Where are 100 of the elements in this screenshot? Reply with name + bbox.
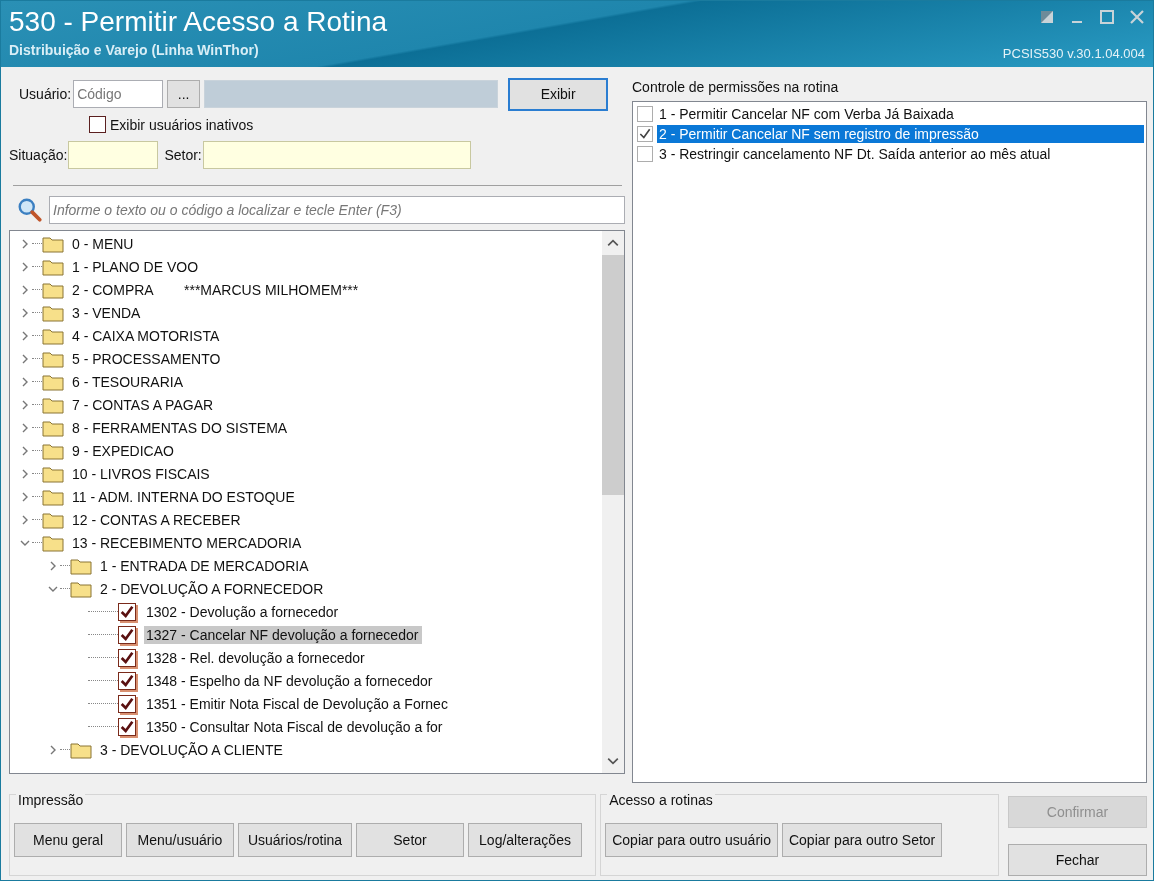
folder-icon bbox=[42, 464, 64, 483]
search-field[interactable]: Informe o texto ou o código a localizar e tecle Enter (F3) bbox=[49, 196, 625, 224]
checkbox[interactable] bbox=[118, 648, 136, 667]
checkbox[interactable] bbox=[118, 671, 136, 690]
print-button[interactable]: Usuários/rotina bbox=[238, 823, 352, 857]
checkbox[interactable] bbox=[118, 625, 136, 644]
folder-icon bbox=[42, 533, 64, 552]
tree-item[interactable]: 11 - ADM. INTERNA DO ESTOQUE bbox=[70, 487, 299, 506]
checkbox-label: Exibir usuários inativos bbox=[110, 116, 254, 133]
folder-icon bbox=[70, 556, 92, 575]
search-icon bbox=[17, 197, 43, 223]
expand-icon[interactable] bbox=[20, 399, 30, 410]
restore-icon[interactable] bbox=[1039, 9, 1055, 25]
expand-icon[interactable] bbox=[20, 284, 30, 295]
expand-icon[interactable] bbox=[20, 238, 30, 249]
permission-item[interactable]: 1 - Permitir Cancelar NF com Verba Já Baixada bbox=[657, 105, 1144, 123]
tree-item[interactable]: 2 - COMPRA ***MARCUS MILHOMEM*** bbox=[70, 280, 363, 299]
folder-icon bbox=[42, 303, 64, 322]
print-button[interactable]: Setor bbox=[356, 823, 464, 857]
folder-icon bbox=[42, 418, 64, 437]
user-label: Usuário: bbox=[19, 86, 72, 102]
folder-icon bbox=[42, 510, 64, 529]
folder-icon bbox=[42, 326, 64, 345]
scroll-down-icon[interactable] bbox=[607, 755, 619, 767]
expand-icon[interactable] bbox=[20, 514, 30, 525]
group-title: Impressão bbox=[16, 792, 86, 808]
copy-button[interactable]: Copiar para outro Setor bbox=[781, 823, 943, 857]
filter-label: Situação: bbox=[9, 147, 68, 163]
expand-icon[interactable] bbox=[20, 307, 30, 318]
expand-icon[interactable] bbox=[20, 353, 30, 364]
lookup-button[interactable]: ... bbox=[167, 80, 201, 108]
folder-icon bbox=[42, 234, 64, 253]
tree-item[interactable]: 5 - PROCESSAMENTO bbox=[70, 349, 225, 368]
folder-icon bbox=[42, 257, 64, 276]
checkbox[interactable] bbox=[637, 126, 653, 142]
tree-item[interactable]: 6 - TESOURARIA bbox=[70, 372, 187, 391]
tree-item[interactable]: 12 - CONTAS A RECEBER bbox=[70, 510, 245, 529]
tree-item[interactable]: 1327 - Cancelar NF devolução a fornecedor bbox=[144, 625, 423, 644]
folder-icon bbox=[42, 395, 64, 414]
checkbox[interactable] bbox=[637, 106, 653, 122]
tree-item[interactable]: 1302 - Devolução a fornecedor bbox=[144, 602, 343, 621]
checkbox[interactable] bbox=[118, 694, 136, 713]
folder-icon bbox=[70, 740, 92, 759]
tree-item[interactable]: 10 - LIVROS FISCAIS bbox=[70, 464, 214, 483]
folder-icon bbox=[42, 487, 64, 506]
tree-item[interactable]: 1 - ENTRADA DE MERCADORIA bbox=[98, 556, 313, 575]
expand-icon[interactable] bbox=[20, 330, 30, 341]
filter-field[interactable] bbox=[68, 141, 159, 169]
copy-button[interactable]: Copiar para outro usuário bbox=[605, 823, 778, 857]
filter-label: Setor: bbox=[164, 147, 202, 163]
tree-item[interactable]: 3 - DEVOLUÇÃO A CLIENTE bbox=[98, 740, 287, 759]
checkbox[interactable] bbox=[118, 602, 136, 621]
print-button[interactable]: Log/alterações bbox=[468, 823, 582, 857]
expand-icon[interactable] bbox=[20, 468, 30, 479]
show-button[interactable]: Exibir bbox=[508, 77, 609, 111]
folder-icon bbox=[42, 349, 64, 368]
folder-icon bbox=[42, 280, 64, 299]
tree-item[interactable]: 9 - EXPEDICAO bbox=[70, 441, 178, 460]
tree-item[interactable]: 1 - PLANO DE VOO bbox=[70, 257, 203, 276]
print-button[interactable]: Menu geral bbox=[14, 823, 122, 857]
tree-item[interactable]: 2 - DEVOLUÇÃO A FORNECEDOR bbox=[98, 579, 328, 598]
maximize-icon[interactable] bbox=[1099, 9, 1115, 25]
scrollbar-thumb[interactable] bbox=[602, 255, 624, 495]
checkbox[interactable] bbox=[637, 146, 653, 162]
permission-item[interactable]: 2 - Permitir Cancelar NF sem registro de impressão bbox=[657, 125, 1144, 143]
tree-item[interactable]: 7 - CONTAS A PAGAR bbox=[70, 395, 218, 414]
user-name-field[interactable] bbox=[204, 80, 499, 108]
version-label: PCSIS530 v.30.1.04.004 bbox=[1002, 46, 1145, 61]
scroll-up-icon[interactable] bbox=[607, 237, 619, 249]
checkbox[interactable] bbox=[89, 116, 106, 133]
window-title: 530 - Permitir Acesso a Rotina bbox=[9, 5, 388, 39]
tree-item[interactable]: 1350 - Consultar Nota Fiscal de devolução a for bbox=[144, 717, 447, 736]
group-title: Acesso a rotinas bbox=[607, 792, 715, 808]
expand-icon[interactable] bbox=[48, 744, 58, 755]
tree-item[interactable]: 8 - FERRAMENTAS DO SISTEMA bbox=[70, 418, 292, 437]
filter-field[interactable] bbox=[202, 141, 471, 169]
tree-item[interactable]: 13 - RECEBIMENTO MERCADORIA bbox=[70, 533, 306, 552]
code-field[interactable]: Código bbox=[73, 80, 164, 108]
action-button[interactable]: Fechar bbox=[1008, 844, 1147, 876]
expand-icon[interactable] bbox=[20, 422, 30, 433]
close-icon[interactable] bbox=[1129, 9, 1145, 25]
folder-icon bbox=[42, 441, 64, 460]
tree-item[interactable]: 0 - MENU bbox=[70, 234, 138, 253]
tree-item[interactable]: 3 - VENDA bbox=[70, 303, 145, 322]
folder-icon bbox=[42, 372, 64, 391]
checkbox[interactable] bbox=[118, 717, 136, 736]
folder-icon bbox=[70, 579, 92, 598]
print-button[interactable]: Menu/usuário bbox=[126, 823, 234, 857]
expand-icon[interactable] bbox=[20, 491, 30, 502]
tree-item[interactable]: 1348 - Espelho da NF devolução a fornecedor bbox=[144, 671, 437, 690]
expand-icon[interactable] bbox=[48, 560, 58, 571]
window-subtitle: Distribuição e Varejo (Linha WinThor) bbox=[9, 42, 260, 58]
expand-icon[interactable] bbox=[20, 445, 30, 456]
tree-item[interactable]: 4 - CAIXA MOTORISTA bbox=[70, 326, 224, 345]
tree-item[interactable]: 1351 - Emitir Nota Fiscal de Devolução a Fornec bbox=[144, 694, 452, 713]
permissions-title: Controle de permissões na rotina bbox=[632, 79, 840, 95]
tree-item[interactable]: 1328 - Rel. devolução a fornecedor bbox=[144, 648, 369, 667]
expand-icon[interactable] bbox=[20, 261, 30, 272]
expand-icon[interactable] bbox=[20, 376, 30, 387]
permission-item[interactable]: 3 - Restringir cancelamento NF Dt. Saída anterior ao mês atual bbox=[657, 145, 1144, 163]
